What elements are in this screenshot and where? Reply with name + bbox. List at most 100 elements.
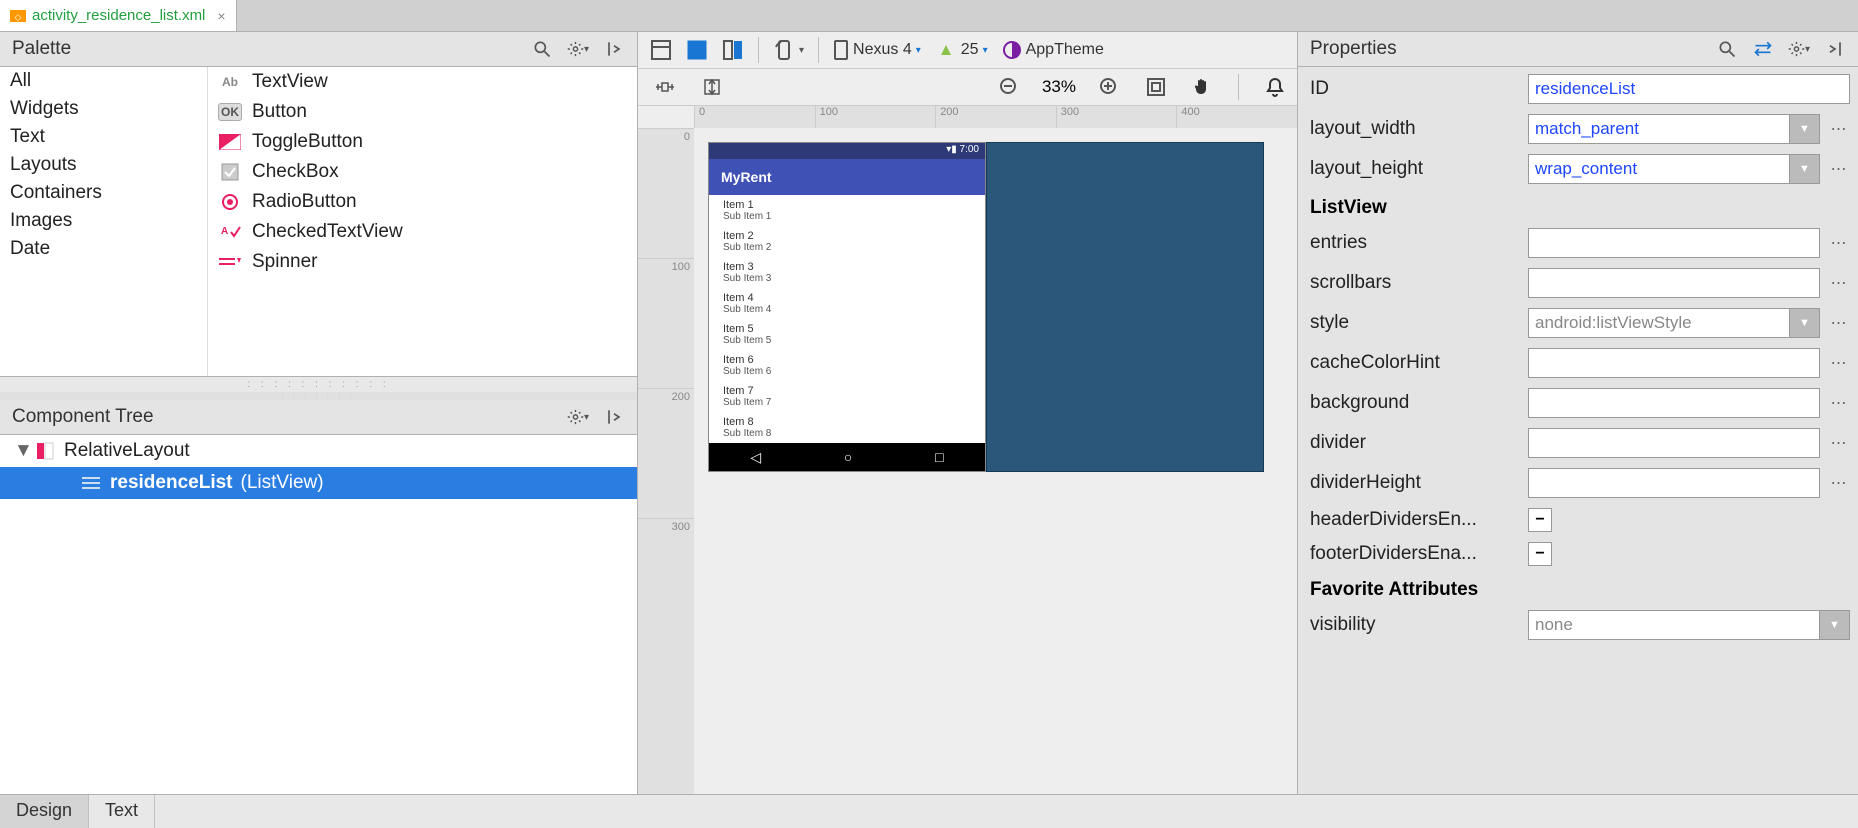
svg-text:A: A [221,226,228,237]
autoconnect-icon[interactable] [650,75,680,99]
palette-item-button[interactable]: OKButton [208,97,637,127]
prop-dividerheight-input[interactable] [1528,468,1820,498]
more-icon[interactable]: ⋯ [1828,159,1850,179]
tab-design[interactable]: Design [0,795,89,828]
zoom-level: 33% [1042,77,1076,97]
notifications-icon[interactable] [1261,73,1289,101]
prop-style-input[interactable] [1528,308,1790,338]
zoom-out-icon[interactable] [994,73,1024,101]
more-icon[interactable]: ⋯ [1828,119,1850,139]
dropdown-icon[interactable]: ▼ [1790,114,1820,144]
tree-node-type: (ListView) [241,472,324,494]
palette-items: AbTextView OKButton ToggleButton CheckBo… [208,67,637,376]
splitter-grip[interactable]: : : : : : : : [0,392,637,400]
properties-header: Properties ▾ [1298,32,1858,67]
prop-background-input[interactable] [1528,388,1820,418]
default-margins-icon[interactable] [698,74,726,100]
palette-cat[interactable]: Date [0,235,207,263]
swap-arrows-icon[interactable] [1752,38,1774,60]
search-icon[interactable] [1716,38,1738,60]
button-icon: OK [218,103,242,121]
palette-item-togglebutton[interactable]: ToggleButton [208,127,637,157]
prop-label-divider: divider [1310,432,1520,454]
palette-item-checkbox[interactable]: CheckBox [208,157,637,187]
dropdown-icon[interactable]: ▼ [1790,154,1820,184]
more-icon[interactable]: ⋯ [1828,273,1850,293]
togglebutton-icon [218,133,242,151]
dock-right-icon[interactable] [1824,38,1846,60]
palette-cat[interactable]: Widgets [0,95,207,123]
prop-visibility-input[interactable] [1528,610,1820,640]
more-icon[interactable]: ⋯ [1828,433,1850,453]
palette-cat[interactable]: All [0,67,207,95]
pan-icon[interactable] [1188,73,1216,101]
api-selector[interactable]: 25 ▾ [931,36,992,64]
palette-header: Palette ▾ [0,32,637,67]
zoom-in-icon[interactable] [1094,73,1124,101]
tab-text[interactable]: Text [89,795,155,828]
palette-item-checkedtextview[interactable]: ACheckedTextView [208,217,637,247]
prop-layoutheight-input[interactable] [1528,154,1790,184]
file-tab[interactable]: ◇ activity_residence_list.xml × [0,0,237,31]
search-icon[interactable] [531,38,553,60]
prop-layoutwidth-input[interactable] [1528,114,1790,144]
checkbox-icon [218,163,242,181]
tree-node-relativelayout[interactable]: ▼ RelativeLayout [0,435,637,467]
design-canvas[interactable]: 0 100 200 300 400 0 100 200 300 ▾▮ 7:00 … [638,106,1297,794]
view-design-icon[interactable] [646,36,676,64]
close-icon[interactable]: × [217,8,225,24]
blueprint-preview[interactable] [986,142,1264,472]
prop-headerdividers-check[interactable]: − [1528,508,1552,532]
dock-icon[interactable] [603,38,625,60]
spinner-icon [218,253,242,271]
prop-footerdividers-check[interactable]: − [1528,542,1552,566]
theme-selector[interactable]: AppTheme [998,37,1108,63]
device-selector[interactable]: Nexus 4 ▾ [829,36,925,64]
dock-icon[interactable] [603,406,625,428]
prop-label-scrollbars: scrollbars [1310,272,1520,294]
palette-cat[interactable]: Images [0,207,207,235]
more-icon[interactable]: ⋯ [1828,353,1850,373]
orientation-icon[interactable]: ▾ [769,36,808,64]
designer-sub-toolbar: 33% [638,69,1297,106]
palette-cat[interactable]: Containers [0,179,207,207]
more-icon[interactable]: ⋯ [1828,313,1850,333]
view-both-icon[interactable] [718,36,748,64]
prop-cachecolorhint-input[interactable] [1528,348,1820,378]
palette-categories: All Widgets Text Layouts Containers Imag… [0,67,208,376]
layout-icon [34,442,56,460]
palette-title: Palette [12,38,71,60]
palette-item-textview[interactable]: AbTextView [208,67,637,97]
dropdown-icon[interactable]: ▼ [1790,308,1820,338]
prop-entries-input[interactable] [1528,228,1820,258]
gear-icon[interactable]: ▾ [567,406,589,428]
properties-title: Properties [1310,38,1397,60]
prop-label-dividerheight: dividerHeight [1310,472,1520,494]
palette-item-spinner[interactable]: Spinner [208,247,637,277]
svg-text:◇: ◇ [15,12,22,22]
preview-listview[interactable]: Item 1Sub Item 1Item 2Sub Item 2Item 3Su… [709,195,985,443]
file-tabbar: ◇ activity_residence_list.xml × [0,0,1858,32]
palette-cat[interactable]: Text [0,123,207,151]
dropdown-icon[interactable]: ▼ [1820,610,1850,640]
gear-icon[interactable]: ▾ [567,38,589,60]
prop-id-input[interactable] [1528,74,1850,104]
more-icon[interactable]: ⋯ [1828,233,1850,253]
prop-label-cachecolorhint: cacheColorHint [1310,352,1520,374]
palette-item-radiobutton[interactable]: RadioButton [208,187,637,217]
expand-icon[interactable]: ▼ [14,440,26,462]
xml-file-icon: ◇ [10,8,26,24]
view-blueprint-icon[interactable] [682,36,712,64]
prop-divider-input[interactable] [1528,428,1820,458]
more-icon[interactable]: ⋯ [1828,473,1850,493]
component-tree-header: Component Tree ▾ [0,400,637,435]
prop-scrollbars-input[interactable] [1528,268,1820,298]
zoom-fit-icon[interactable] [1142,74,1170,100]
ruler-horizontal: 0 100 200 300 400 [694,106,1297,128]
more-icon[interactable]: ⋯ [1828,393,1850,413]
tree-node-residencelist[interactable]: residenceList (ListView) [0,467,637,499]
device-preview[interactable]: ▾▮ 7:00 MyRent Item 1Sub Item 1Item 2Sub… [708,142,986,472]
palette-cat[interactable]: Layouts [0,151,207,179]
prop-label-layoutheight: layout_height [1310,158,1520,180]
gear-icon[interactable]: ▾ [1788,38,1810,60]
